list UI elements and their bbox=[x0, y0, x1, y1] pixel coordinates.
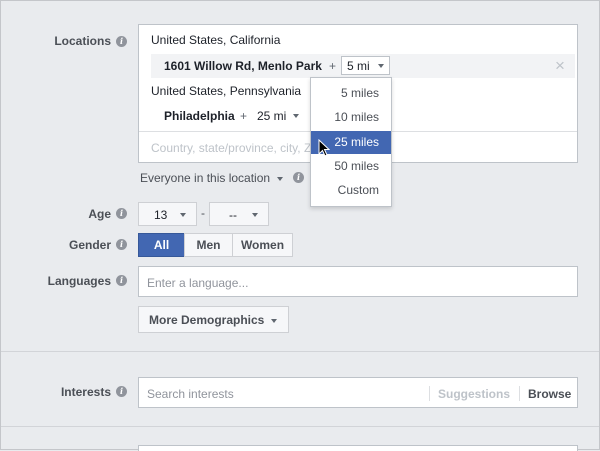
audience-type-label: Everyone in this location bbox=[140, 171, 271, 185]
language-placeholder: Enter a language... bbox=[147, 276, 249, 290]
interests-label-text: Interests bbox=[60, 385, 111, 399]
suggestions-button[interactable]: Suggestions bbox=[438, 387, 510, 401]
info-icon[interactable]: i bbox=[116, 275, 127, 286]
age-separator: - bbox=[201, 206, 205, 220]
age-max-select[interactable]: -- bbox=[209, 202, 269, 226]
plus-sign: + bbox=[329, 59, 337, 73]
section-divider bbox=[1, 426, 599, 427]
languages-label: Languages bbox=[21, 274, 111, 288]
location-search-input[interactable]: Country, state/province, city, ZIP bbox=[151, 141, 321, 155]
dropdown-option-custom[interactable]: Custom bbox=[311, 179, 391, 202]
location-place: Philadelphia bbox=[164, 109, 235, 123]
locations-label: Locations bbox=[21, 34, 111, 48]
chevron-down-icon bbox=[180, 213, 186, 217]
languages-label-text: Languages bbox=[47, 274, 111, 288]
info-icon[interactable]: i bbox=[116, 208, 127, 219]
locations-label-text: Locations bbox=[54, 34, 111, 48]
chevron-down-icon bbox=[277, 176, 284, 181]
interests-placeholder: Search interests bbox=[147, 387, 234, 401]
age-label-text: Age bbox=[88, 207, 111, 221]
dropdown-option-50-miles[interactable]: 50 miles bbox=[311, 155, 391, 178]
browse-button[interactable]: Browse bbox=[528, 387, 571, 401]
interests-search-input[interactable]: Search interests Suggestions Browse bbox=[138, 377, 578, 408]
age-min-value: 13 bbox=[154, 208, 168, 222]
age-min-select[interactable]: 13 bbox=[138, 202, 197, 226]
chevron-down-icon bbox=[378, 64, 384, 68]
section-divider bbox=[1, 351, 599, 352]
gender-label-text: Gender bbox=[68, 238, 111, 252]
radius-select[interactable]: 5 mi bbox=[341, 56, 390, 75]
info-icon[interactable]: i bbox=[116, 239, 127, 250]
plus-sign: + bbox=[240, 109, 248, 123]
targeting-panel: Locations i United States, California 16… bbox=[0, 0, 600, 451]
age-label: Age bbox=[21, 207, 111, 221]
mouse-cursor-icon bbox=[318, 139, 330, 157]
chevron-down-icon bbox=[293, 114, 299, 118]
info-icon[interactable]: i bbox=[293, 172, 304, 183]
language-input[interactable]: Enter a language... bbox=[138, 266, 578, 297]
location-audience-select[interactable]: Everyone in this location bbox=[140, 171, 284, 185]
location-place: 1601 Willow Rd, Menlo Park bbox=[164, 59, 322, 73]
gender-women-button[interactable]: Women bbox=[232, 233, 293, 257]
radius-select[interactable]: 25 mi bbox=[252, 106, 304, 125]
radius-value: 5 mi bbox=[347, 59, 370, 73]
interests-label: Interests bbox=[21, 385, 111, 399]
age-max-value: -- bbox=[229, 208, 237, 222]
gender-men-button[interactable]: Men bbox=[184, 233, 233, 257]
chevron-down-icon bbox=[252, 213, 258, 217]
next-section-input[interactable] bbox=[138, 445, 578, 451]
divider bbox=[429, 386, 430, 401]
info-icon[interactable]: i bbox=[116, 36, 127, 47]
info-icon[interactable]: i bbox=[116, 386, 127, 397]
dropdown-option-5-miles[interactable]: 5 miles bbox=[311, 82, 391, 105]
close-icon[interactable]: × bbox=[555, 56, 565, 76]
divider bbox=[519, 386, 520, 401]
chevron-down-icon bbox=[271, 319, 277, 323]
dropdown-option-10-miles[interactable]: 10 miles bbox=[311, 106, 391, 129]
gender-label: Gender bbox=[21, 238, 111, 252]
location-row-selected[interactable]: 1601 Willow Rd, Menlo Park + 5 mi × bbox=[151, 54, 575, 78]
more-demographics-label: More Demographics bbox=[149, 313, 265, 327]
location-row[interactable]: Philadelphia + 25 mi bbox=[151, 104, 451, 128]
location-group-title: United States, California bbox=[151, 33, 281, 47]
gender-all-button[interactable]: All bbox=[138, 233, 185, 257]
more-demographics-button[interactable]: More Demographics bbox=[138, 306, 289, 333]
radius-value: 25 mi bbox=[257, 109, 287, 123]
